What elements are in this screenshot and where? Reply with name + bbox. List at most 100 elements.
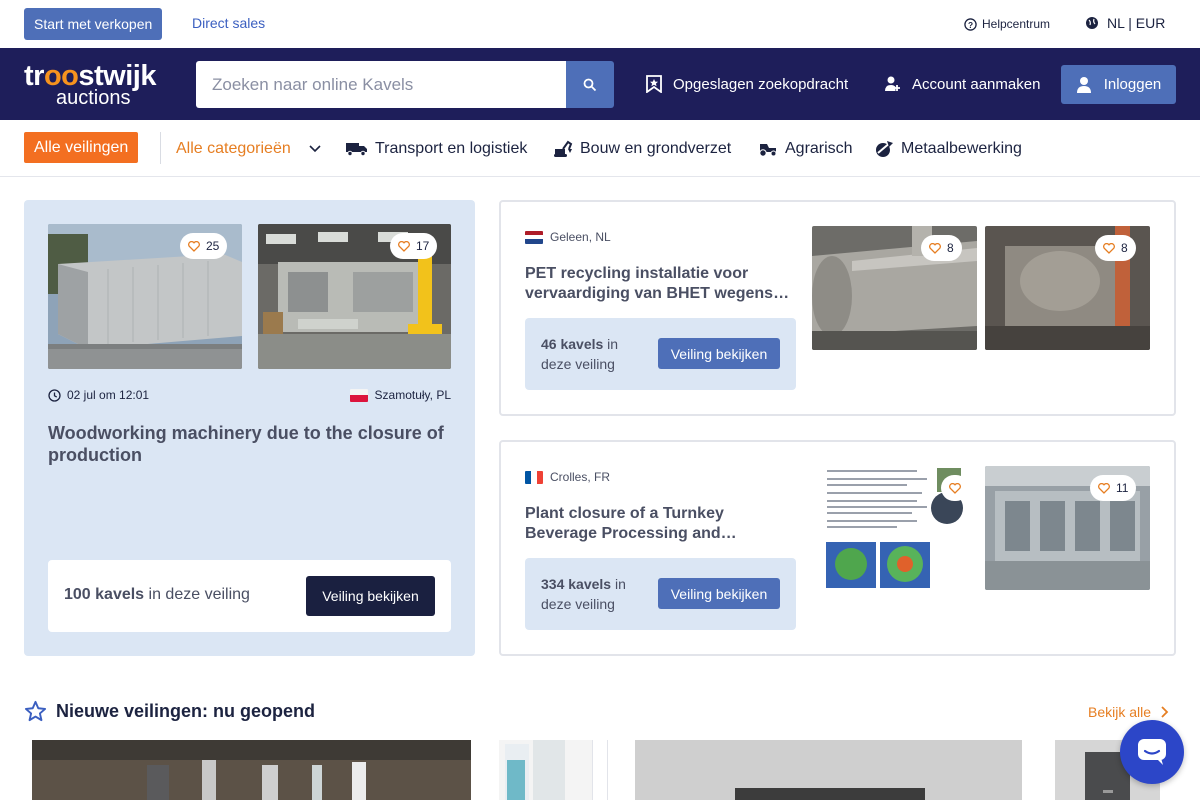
- heart-icon: [929, 242, 941, 254]
- auction-location: Szamotuły, PL: [349, 388, 451, 402]
- category-label: Bouw en grondverzet: [580, 140, 732, 157]
- chat-icon: [1138, 739, 1166, 765]
- category-label: Agrarisch: [785, 140, 853, 157]
- category-bar: Alle veilingen Alle categorieën Transpor…: [0, 120, 1200, 177]
- category-construction[interactable]: Bouw en grondverzet: [553, 140, 731, 158]
- help-center-link[interactable]: ? Helpcentrum: [964, 17, 1050, 31]
- category-divider: [160, 132, 161, 164]
- favorite-button[interactable]: 8: [921, 235, 962, 261]
- favorite-button[interactable]: 11: [1090, 475, 1137, 501]
- direct-sales-link[interactable]: Direct sales: [192, 15, 265, 31]
- favorite-button[interactable]: [941, 475, 969, 501]
- auction-card[interactable]: Geleen, NL PET recycling installatie voo…: [499, 200, 1176, 416]
- lot-count-number: 100 kavels: [64, 586, 145, 603]
- auction-location: Geleen, NL: [525, 230, 611, 244]
- heart-icon: [1103, 242, 1115, 254]
- poland-flag-icon: [349, 388, 368, 402]
- heart-icon: [188, 240, 200, 252]
- lot-count: 100 kavels in deze veiling: [64, 586, 250, 604]
- lot-count: 46 kavels in deze veiling: [541, 334, 641, 374]
- main-nav-bar: troostwijk auctions Opgeslagen zoekopdra…: [0, 48, 1200, 120]
- category-transport[interactable]: Transport en logistiek: [346, 140, 527, 158]
- lot-count-suffix: in deze veiling: [144, 586, 250, 603]
- category-agriculture[interactable]: Agrarisch: [758, 140, 853, 158]
- tractor-icon: [759, 144, 777, 157]
- heart-icon: [1098, 482, 1110, 494]
- search-input[interactable]: [196, 61, 566, 108]
- help-center-label: Helpcentrum: [982, 17, 1051, 31]
- heart-icon: [949, 482, 961, 494]
- troostwijk-logo[interactable]: troostwijk auctions: [24, 60, 156, 109]
- location-text: Geleen, NL: [550, 230, 611, 244]
- all-categories-dropdown[interactable]: Alle categorieën: [176, 140, 321, 158]
- view-auction-button[interactable]: Veiling bekijken: [658, 338, 780, 369]
- saved-search-link[interactable]: Opgeslagen zoekopdracht: [645, 75, 848, 93]
- language-currency-selector[interactable]: NL | EUR: [1085, 15, 1165, 31]
- auction-title[interactable]: PET recycling installatie voor vervaardi…: [525, 264, 793, 304]
- category-label: Metaalbewerking: [901, 140, 1022, 157]
- lot-count-number: 46 kavels: [541, 336, 604, 352]
- user-icon: [1076, 77, 1091, 93]
- location-text: Crolles, FR: [550, 470, 611, 484]
- bookmark-icon: [646, 75, 662, 93]
- globe-icon: [1086, 17, 1098, 29]
- search-icon: [583, 78, 597, 91]
- language-currency-label: NL | EUR: [1107, 15, 1166, 31]
- new-auction-photo[interactable]: [607, 740, 1047, 800]
- chat-button[interactable]: [1120, 720, 1184, 784]
- all-categories-label: Alle categorieën: [176, 140, 291, 157]
- category-metalworking[interactable]: Metaalbewerking: [875, 140, 1022, 158]
- search-button[interactable]: [566, 61, 614, 108]
- favorite-count: 8: [1121, 241, 1128, 255]
- auction-title[interactable]: Woodworking machinery due to the closure…: [48, 422, 458, 466]
- view-auction-button[interactable]: Veiling bekijken: [658, 578, 780, 609]
- help-icon: ?: [964, 17, 977, 31]
- see-all-link[interactable]: Bekijk alle: [1088, 704, 1169, 720]
- new-auction-photo[interactable]: [499, 740, 593, 800]
- lot-count: 334 kavels in deze veiling: [541, 574, 641, 614]
- favorite-button[interactable]: 8: [1095, 235, 1136, 261]
- truck-icon: [346, 143, 367, 156]
- login-button[interactable]: Inloggen: [1061, 65, 1176, 104]
- new-auctions-heading: Nieuwe veilingen: nu geopend: [24, 700, 315, 723]
- closing-date-text: 02 jul om 12:01: [67, 388, 150, 402]
- chevron-right-icon: [1161, 706, 1169, 718]
- heart-icon: [398, 240, 410, 252]
- chevron-down-icon: [309, 145, 321, 153]
- oven-photo: [608, 740, 1047, 800]
- add-user-icon: [885, 76, 900, 91]
- favorite-button[interactable]: 17: [390, 233, 438, 259]
- create-account-label: Account aanmaken: [912, 75, 1041, 93]
- auction-footer: 46 kavels in deze veiling Veiling bekijk…: [525, 318, 796, 390]
- new-auction-photo[interactable]: [32, 740, 471, 800]
- login-label: Inloggen: [1103, 76, 1162, 93]
- clock-icon: [48, 388, 61, 402]
- logo-text-1: tr: [24, 60, 44, 92]
- location-text: Szamotuły, PL: [374, 388, 451, 402]
- category-label: Transport en logistiek: [375, 140, 528, 157]
- auction-footer: 334 kavels in deze veiling Veiling bekij…: [525, 558, 796, 630]
- new-auctions-title: Nieuwe veilingen: nu geopend: [56, 701, 316, 721]
- favorite-count: 11: [1116, 481, 1129, 495]
- france-flag-icon: [525, 470, 543, 484]
- top-bar: Start met verkopen Direct sales ? Helpce…: [0, 0, 1200, 48]
- see-all-label: Bekijk alle: [1088, 704, 1152, 720]
- auction-card[interactable]: Crolles, FR Plant closure of a Turnkey B…: [499, 440, 1176, 656]
- start-selling-button[interactable]: Start met verkopen: [24, 8, 163, 40]
- auction-location: Crolles, FR: [525, 470, 610, 484]
- sculptures-photo: [32, 740, 471, 800]
- create-account-link[interactable]: Account aanmaken: [884, 75, 1040, 93]
- lot-count-number: 334 kavels: [541, 576, 612, 592]
- featured-auction-card[interactable]: 25 17 02 jul om 12:01 Szamotuły, PL Wood…: [24, 200, 475, 656]
- excavator-icon: [554, 140, 573, 157]
- auction-title[interactable]: Plant closure of a Turnkey Beverage Proc…: [525, 504, 793, 544]
- netherlands-flag-icon: [525, 230, 543, 244]
- saved-search-label: Opgeslagen zoekopdracht: [673, 75, 849, 93]
- auction-footer: 100 kavels in deze veiling Veiling bekij…: [48, 560, 451, 632]
- all-auctions-button[interactable]: Alle veilingen: [24, 132, 139, 163]
- metal-grinder-icon: [876, 141, 893, 157]
- favorite-count: 25: [206, 239, 220, 253]
- view-auction-button[interactable]: Veiling bekijken: [306, 576, 435, 616]
- favorite-button[interactable]: 25: [180, 233, 228, 259]
- favorite-count: 17: [416, 239, 430, 253]
